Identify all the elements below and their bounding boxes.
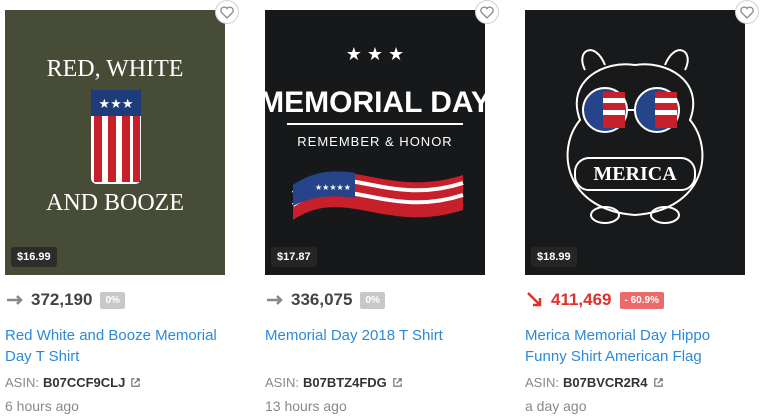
product-image[interactable]: ★ ★ ★ MEMORIAL DAY REMEMBER & HONOR ★★★★…: [265, 10, 485, 275]
product-image[interactable]: RED, WHITE ★★★ AND BOOZE $16.99: [5, 10, 225, 275]
sales-rank: 411,469: [551, 290, 612, 309]
favorite-button[interactable]: [735, 0, 759, 24]
product-card[interactable]: RED, WHITE ★★★ AND BOOZE $16.99 372,190 …: [5, 0, 239, 419]
heart-icon: [480, 5, 494, 19]
product-artwork: MERICA: [525, 10, 745, 275]
price-tag: $18.99: [531, 247, 577, 267]
product-card[interactable]: ★ ★ ★ MEMORIAL DAY REMEMBER & HONOR ★★★★…: [265, 0, 499, 419]
product-artwork: RED, WHITE ★★★ AND BOOZE: [5, 10, 225, 275]
rank-row: 336,075 0%: [265, 288, 385, 312]
arrow-right-icon: [267, 295, 283, 305]
svg-text:★★★★★: ★★★★★: [315, 183, 351, 192]
rank-row: 372,190 0%: [5, 288, 125, 312]
asin-label: ASIN:: [525, 375, 559, 390]
arrow-down-right-icon: [527, 292, 542, 307]
external-link-icon[interactable]: [392, 377, 403, 388]
arrow-right-icon: [7, 295, 23, 305]
product-title-link[interactable]: Merica Memorial Day Hippo Funny Shirt Am…: [525, 325, 749, 367]
favorite-button[interactable]: [475, 0, 499, 24]
sales-rank: 372,190: [31, 290, 93, 309]
asin-row: ASIN: B07BTZ4FDG: [265, 375, 403, 390]
rank-row: 411,469 - 60.9%: [525, 288, 664, 312]
asin-value: B07BVCR2R4: [562, 375, 648, 390]
timestamp: 6 hours ago: [5, 398, 79, 414]
art-text-top: MEMORIAL DAY: [265, 86, 485, 119]
rank-change-badge: 0%: [360, 291, 385, 309]
asin-value: B07CCF9CLJ: [42, 375, 126, 390]
asin-row: ASIN: B07BVCR2R4: [525, 375, 664, 390]
timestamp: a day ago: [525, 398, 587, 414]
art-text: MERICA: [593, 163, 677, 185]
svg-text:★★★: ★★★: [99, 96, 134, 111]
asin-label: ASIN:: [265, 375, 299, 390]
timestamp: 13 hours ago: [265, 398, 347, 414]
product-image[interactable]: MERICA $18.99: [525, 10, 745, 275]
asin-label: ASIN:: [5, 375, 39, 390]
heart-icon: [740, 5, 754, 19]
favorite-button[interactable]: [215, 0, 239, 24]
product-card[interactable]: MERICA $18.99 411,469 - 60.9% Merica Mem…: [525, 0, 759, 419]
asin-row: ASIN: B07CCF9CLJ: [5, 375, 141, 390]
product-title-link[interactable]: Memorial Day 2018 T Shirt: [265, 325, 489, 346]
external-link-icon[interactable]: [653, 377, 664, 388]
product-title-link[interactable]: Red White and Booze Memorial Day T Shirt: [5, 325, 229, 367]
sales-rank: 336,075: [291, 290, 353, 309]
heart-icon: [220, 5, 234, 19]
art-text-bottom: REMEMBER & HONOR: [297, 134, 452, 149]
rank-change-badge: - 60.9%: [619, 291, 664, 309]
rank-change-badge: 0%: [100, 291, 125, 309]
product-artwork: ★ ★ ★ MEMORIAL DAY REMEMBER & HONOR ★★★★…: [265, 10, 485, 275]
external-link-icon[interactable]: [130, 377, 141, 388]
art-text-bottom: AND BOOZE: [46, 190, 184, 216]
price-tag: $17.87: [271, 247, 317, 267]
asin-value: B07BTZ4FDG: [302, 375, 387, 390]
price-tag: $16.99: [11, 247, 57, 267]
svg-text:★ ★ ★: ★ ★ ★: [346, 44, 404, 64]
art-text-top: RED, WHITE: [47, 56, 184, 82]
